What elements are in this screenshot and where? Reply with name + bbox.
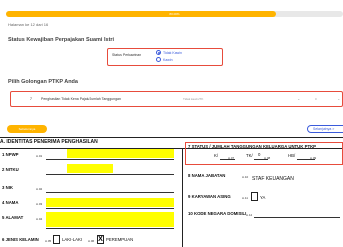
ptkp-status-select[interactable]: Tidak kawin/TK ⌄ [180, 96, 304, 103]
field-karyawan-asing-code: A.11 [242, 196, 248, 200]
chevron-down-icon: ⌄ [297, 97, 300, 101]
checkbox-karyawan-asing-label: YA [260, 195, 266, 200]
field-nama-label: 4 NAMA [2, 200, 19, 205]
page-counter: Halaman ke 12 dari 16 [8, 22, 49, 27]
field-nama-code: A.03 [36, 202, 43, 206]
chevron-down-icon: ⌄ [337, 97, 340, 101]
next-button[interactable]: Selanjutnya > [307, 125, 343, 133]
field-npwp-code: A.01 [36, 154, 43, 158]
radio-tidak-kawin-label: Tidak Kawin [163, 50, 182, 55]
status-section-title: Status Kewajiban Perpajakan Suami Istri [8, 37, 115, 43]
field-jenis-kelamin-code: A.05 [45, 239, 52, 243]
field-gender-female-code: A.06 [88, 239, 95, 243]
field-alamat-input[interactable] [46, 212, 174, 227]
radio-unselected-icon[interactable] [156, 57, 161, 62]
status-tk-code: A.08 [264, 156, 271, 160]
status-hb-code: A.09 [310, 156, 317, 160]
field-nama-underline [46, 208, 174, 209]
ptkp-count-select[interactable]: 0 ⌄ [315, 96, 341, 103]
field-npwp-label: 1 NPWP [2, 152, 19, 157]
field-nama-jabatan-code: A.10 [242, 175, 249, 179]
field-alamat-underline [46, 228, 174, 229]
marital-status-label: Status Perkawinan [112, 53, 142, 57]
field-nik-input[interactable] [46, 192, 174, 193]
ptkp-count-value: 0 [315, 97, 317, 101]
ptkp-row-number: 7 [30, 97, 32, 101]
checkbox-karyawan-asing[interactable] [251, 192, 258, 201]
field-jenis-kelamin-label: 6 JENIS KELAMIN [2, 237, 39, 242]
ptkp-status-select-value: Tidak kawin/TK [183, 97, 204, 101]
checkbox-laki-laki-label: LAKI-LAKI [62, 237, 83, 242]
field-kode-negara-code: A.12 [246, 213, 253, 217]
status-hb-label: HB/ [288, 153, 296, 158]
status-k-label: K/ [214, 153, 219, 158]
field-npwp-input[interactable] [67, 149, 174, 158]
status-tk-value[interactable]: 0 [258, 152, 260, 157]
field-nik-label: 3 NIK [2, 185, 13, 190]
form-section-title: A. IDENTITAS PENERIMA PENGHASILAN [0, 139, 98, 145]
field-nama-jabatan-label: 8 NAMA JABATAN [188, 173, 226, 178]
column-divider [182, 148, 183, 247]
field-alamat-label: 5 ALAMAT [2, 215, 24, 220]
progress-label: 80.00% [169, 12, 180, 16]
field-nitku-input[interactable] [67, 164, 113, 173]
tax-form-window: 80.00% Halaman ke 12 dari 16 Status Kewa… [0, 0, 343, 247]
status-ptkp-title: 7 STATUS / JUMLAH TANGGUNGAN KELUARGA UN… [188, 144, 317, 149]
status-k-code: A.07 [228, 156, 235, 160]
field-npwp-underline [46, 159, 174, 160]
ptkp-section-title: Pilih Golongan PTKP Anda [8, 79, 78, 85]
ptkp-row: 7 Penghasilan Tidak Kena Pajak/Jumlah Ta… [10, 91, 343, 107]
field-nama-input[interactable] [46, 198, 174, 207]
field-kode-negara-input[interactable] [254, 217, 340, 218]
field-nitku-label: 2 NITKU [2, 167, 19, 172]
checkbox-laki-laki[interactable] [53, 235, 60, 244]
ptkp-row-label: Penghasilan Tidak Kena Pajak/Jumlah Tang… [41, 97, 121, 101]
progress-bar: 80.00% [6, 11, 343, 17]
field-kode-negara-label: 10 KODE NEGARA DOMISILI [188, 211, 247, 216]
previous-button[interactable]: Sebelumnya [7, 125, 47, 133]
radio-tidak-kawin[interactable]: Tidak Kawin [156, 50, 182, 55]
status-tk-label: TK/ [246, 153, 253, 158]
radio-kawin[interactable]: Kawin [156, 57, 173, 62]
field-nik-code: A.02 [36, 187, 43, 191]
checkbox-perempuan-label: PEREMPUAN [106, 237, 134, 242]
checkbox-perempuan[interactable]: X [97, 235, 104, 244]
field-nama-jabatan-value[interactable]: STAF KEUANGAN [252, 176, 294, 182]
field-alamat-code: A.04 [36, 217, 43, 221]
radio-kawin-label: Kawin [163, 57, 173, 62]
tax-form-section: A. IDENTITAS PENERIMA PENGHASILAN 1 NPWP… [0, 137, 343, 247]
field-karyawan-asing-label: 9 KARYAWAN ASING [188, 194, 231, 199]
field-nitku-underline [46, 174, 174, 175]
radio-selected-icon[interactable] [156, 50, 161, 55]
